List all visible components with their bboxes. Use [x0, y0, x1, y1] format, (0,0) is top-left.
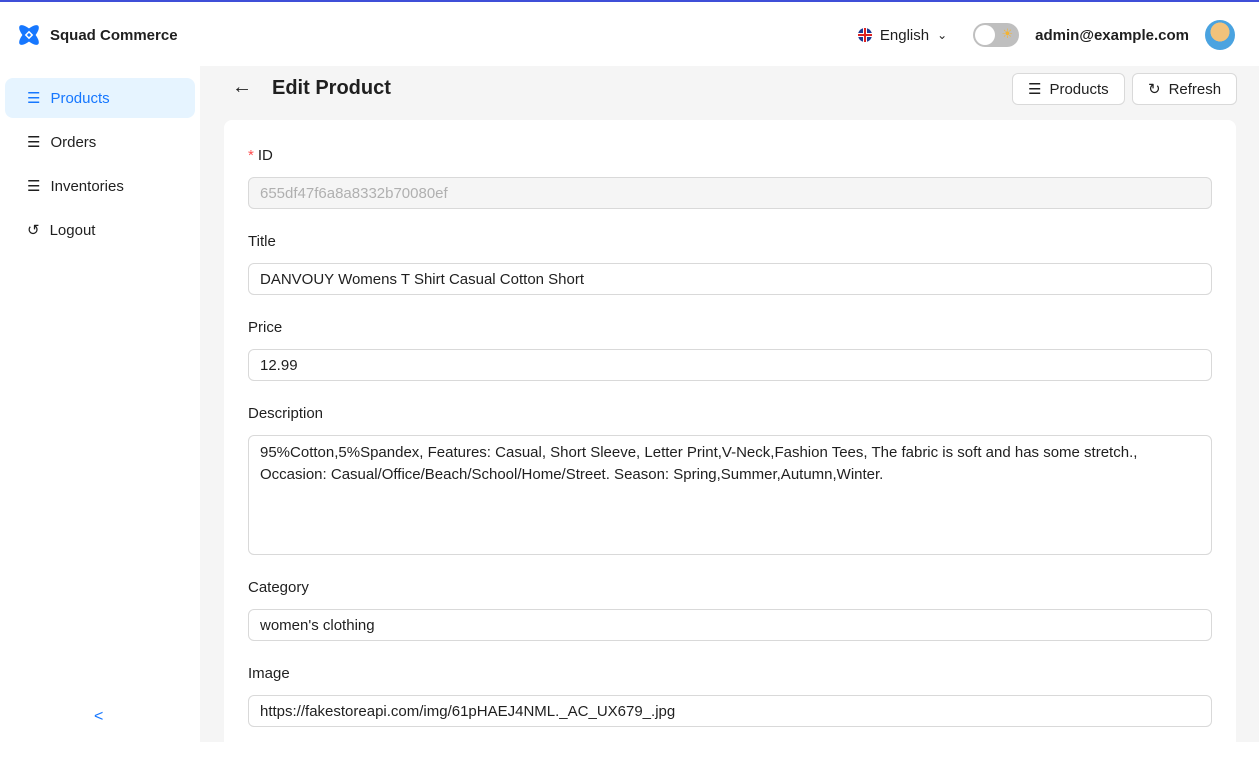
language-select[interactable]: English ⌄	[857, 26, 948, 44]
sidebar-item-label: Orders	[50, 133, 97, 151]
description-textarea[interactable]: 95%Cotton,5%Spandex, Features: Casual, S…	[248, 435, 1212, 555]
list-icon: ☰	[1028, 81, 1042, 98]
title-input[interactable]: DANVOUY Womens T Shirt Casual Cotton Sho…	[248, 263, 1212, 295]
logo-icon	[19, 25, 39, 45]
price-label: Price	[248, 319, 283, 336]
logout-icon: ↺	[27, 222, 40, 239]
products-button[interactable]: ☰ Products	[1012, 73, 1125, 105]
list-icon: ☰	[27, 90, 41, 107]
chevron-down-icon: ⌄	[937, 28, 948, 42]
page-title: Edit Product	[272, 77, 391, 99]
sidebar-item-products[interactable]: ☰ Products	[5, 78, 195, 118]
logo[interactable]: Squad Commerce	[16, 22, 178, 48]
id-label: * ID	[248, 147, 273, 164]
sidebar-item-label: Inventories	[50, 177, 124, 195]
edit-form: * ID 655df47f6a8a8332b70080ef Title DANVOUY…	[224, 120, 1236, 760]
user-email: admin@example.com	[1035, 26, 1189, 44]
products-button-label: Products	[1049, 80, 1109, 98]
image-input[interactable]: https://fakestoreapi.com/img/61pHAEJ4NML…	[248, 695, 1212, 727]
refresh-icon: ↻	[1148, 81, 1161, 98]
sidebar-item-orders[interactable]: ☰ Orders	[5, 122, 195, 162]
sidebar-item-label: Products	[50, 89, 110, 107]
price-input[interactable]: 12.99	[248, 349, 1212, 381]
refresh-button-label: Refresh	[1168, 80, 1222, 98]
collapse-sidebar-icon[interactable]: <	[94, 708, 103, 726]
app-name: Squad Commerce	[50, 26, 178, 44]
uk-flag-icon	[857, 28, 872, 42]
sun-icon: ☀	[1001, 26, 1014, 41]
main-content: ← Edit Product ☰ Products ↻ Refresh * ID 655…	[200, 66, 1259, 760]
language-label: English	[879, 26, 930, 44]
sidebar-item-inventories[interactable]: ☰ Inventories	[5, 166, 195, 206]
theme-toggle[interactable]: ☀	[973, 23, 1020, 47]
title-label: Title	[248, 233, 276, 250]
header: Squad Commerce English ⌄ ☀ admin@example…	[0, 2, 1259, 66]
category-input[interactable]: women's clothing	[248, 609, 1212, 641]
category-label: Category	[248, 579, 309, 596]
description-label: Description	[248, 405, 324, 422]
sidebar: ☰ Products ☰ Orders ☰ Inventories ↺ Logout <	[0, 66, 200, 742]
id-input: 655df47f6a8a8332b70080ef	[248, 177, 1212, 209]
sidebar-item-label: Logout	[49, 221, 96, 239]
sidebar-item-logout[interactable]: ↺ Logout	[5, 210, 195, 250]
avatar[interactable]	[1205, 20, 1235, 50]
refresh-button[interactable]: ↻ Refresh	[1132, 73, 1238, 105]
image-label: Image	[248, 665, 290, 682]
back-arrow-icon[interactable]: ←	[232, 76, 252, 99]
list-icon: ☰	[27, 178, 41, 195]
list-icon: ☰	[27, 134, 41, 151]
